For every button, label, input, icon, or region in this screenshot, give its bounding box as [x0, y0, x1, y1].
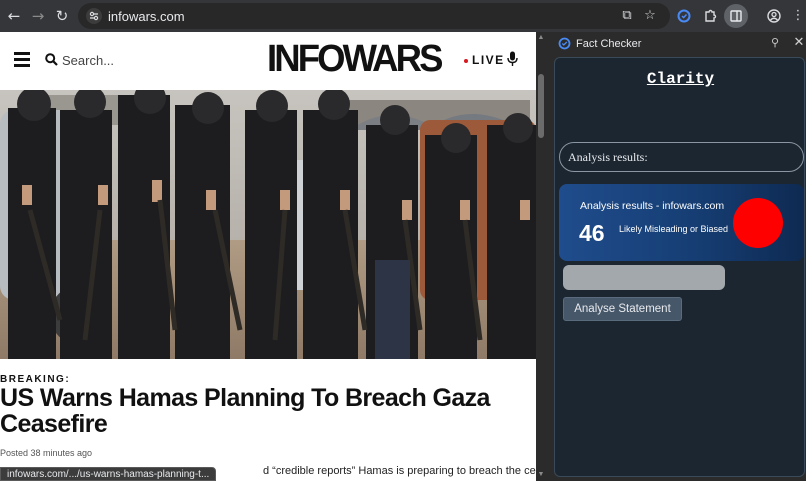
site-header: INFOWARS LIVE [0, 32, 536, 90]
puzzle-icon[interactable] [698, 4, 722, 28]
scroll-down-icon[interactable]: ▼ [537, 471, 545, 479]
link-status-bubble: infowars.com/.../us-warns-hamas-planning… [0, 467, 217, 481]
site-info-icon[interactable] [86, 8, 102, 24]
url-text[interactable]: infowars.com [108, 9, 185, 24]
app-name: Clarity [646, 70, 715, 88]
result-verdict: Likely Misleading or Biased [619, 224, 729, 234]
more-menu-icon[interactable]: ⋮ [786, 4, 806, 28]
page-scrollbar[interactable]: ▲ ▼ [536, 32, 546, 481]
analysis-results-label: Analysis results: [568, 150, 648, 164]
fact-checker-logo-icon [558, 37, 571, 50]
close-icon[interactable]: ✕ [792, 35, 806, 51]
article-posted-time: Posted 38 minutes ago [0, 448, 93, 458]
extension-body: Clarity Analysis results: Analysis resul… [554, 57, 805, 477]
mic-icon[interactable] [507, 51, 518, 67]
side-panel: Fact Checker ⚲ ✕ Clarity Analysis result… [546, 32, 806, 481]
forward-arrow-icon[interactable]: → [26, 4, 50, 28]
analyse-statement-button[interactable]: Analyse Statement [563, 297, 682, 321]
result-title: Analysis results - infowars.com [580, 200, 725, 212]
article-hero-image[interactable] [0, 90, 536, 359]
web-page: INFOWARS LIVE [0, 32, 536, 481]
back-arrow-icon[interactable]: ← [2, 4, 26, 28]
article-header: BREAKING: US Warns Hamas Planning To Bre… [0, 359, 536, 481]
scrollbar-thumb[interactable] [538, 74, 544, 138]
reload-icon[interactable]: ↻ [50, 4, 74, 28]
article-body-snippet: d “credible reports” Hamas is preparing … [263, 465, 536, 477]
result-card: Analysis results - infowars.com 46 Likel… [559, 184, 804, 261]
bookmark-star-icon[interactable]: ☆ [641, 7, 659, 25]
pin-icon[interactable]: ⚲ [768, 36, 782, 50]
search-icon[interactable] [45, 53, 58, 66]
scroll-up-icon[interactable]: ▲ [537, 34, 545, 42]
side-panel-title: Fact Checker [576, 38, 642, 50]
site-search-input[interactable] [62, 50, 182, 70]
browser-toolbar: ← → ↻ infowars.com ⧉ ☆ ⋮ [0, 0, 806, 32]
analysis-results-field: Analysis results: [559, 142, 804, 172]
article-headline[interactable]: US Warns Hamas Planning To Breach Gaza C… [0, 385, 520, 437]
live-indicator-dot [464, 59, 468, 63]
install-app-icon[interactable]: ⧉ [618, 7, 636, 25]
side-panel-header: Fact Checker ⚲ ✕ [546, 32, 806, 56]
live-label[interactable]: LIVE [472, 53, 505, 67]
hamburger-icon[interactable] [14, 52, 30, 67]
result-indicator-dot [733, 198, 783, 248]
result-score: 46 [579, 220, 605, 246]
side-panel-icon[interactable] [724, 4, 748, 28]
address-bar[interactable]: infowars.com ⧉ ☆ [78, 3, 670, 29]
profile-icon[interactable] [762, 4, 786, 28]
extension-icon[interactable] [672, 4, 696, 28]
site-logo[interactable]: INFOWARS [267, 38, 443, 81]
statement-input[interactable] [563, 265, 725, 290]
